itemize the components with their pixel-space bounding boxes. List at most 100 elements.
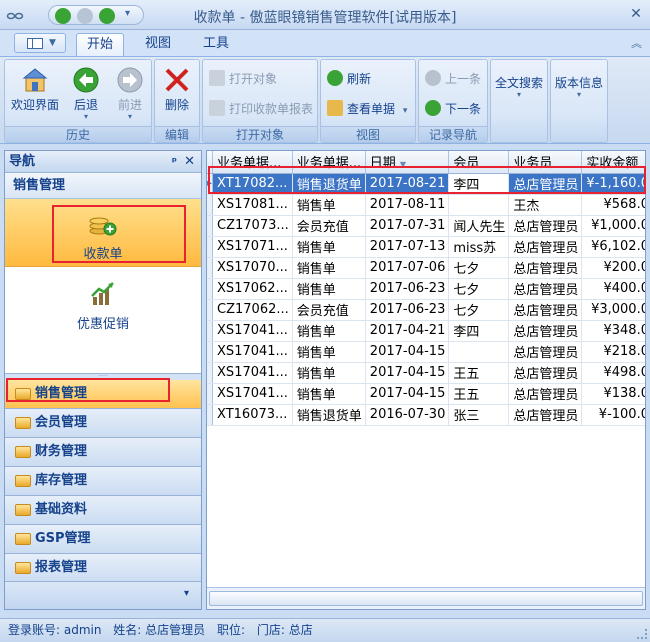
table-cell[interactable]: CZ17073...: [212, 215, 293, 237]
table-row[interactable]: XS17071... 销售单 2017-07-13 miss苏 总店管理员 ¥6,102.…: [207, 236, 645, 258]
view-documents-button[interactable]: 查看单据 ▾: [327, 98, 407, 120]
table-cell[interactable]: ¥498.00: [581, 362, 645, 384]
table-row[interactable]: XS17041...销售单2017-04-15 总店管理员¥218.00: [207, 341, 645, 363]
scrollbar-thumb[interactable]: [209, 591, 643, 606]
delete-button[interactable]: 删除: [157, 64, 197, 124]
table-cell[interactable]: ¥6,102.00: [581, 236, 645, 258]
table-row[interactable]: XS17041...销售单2017-04-21李四总店管理员¥348.00: [207, 320, 645, 342]
table-cell[interactable]: XS17041...: [212, 320, 293, 342]
table-cell[interactable]: 闻人先生: [448, 215, 510, 237]
close-nav-icon[interactable]: ✕: [184, 151, 195, 173]
table-cell[interactable]: 2017-04-21: [365, 320, 450, 342]
module-finance[interactable]: 财务管理: [5, 438, 201, 467]
table-cell[interactable]: 总店管理员: [508, 362, 583, 384]
table-cell[interactable]: XS17071...: [212, 236, 293, 258]
module-reports[interactable]: 报表管理: [5, 554, 201, 583]
module-basic-data[interactable]: 基础资料: [5, 496, 201, 525]
table-cell[interactable]: 销售单: [292, 278, 366, 300]
forward-button[interactable]: 前进 ▾: [109, 64, 151, 124]
back-button[interactable]: 后退 ▾: [65, 64, 107, 124]
table-cell[interactable]: ¥400.00: [581, 278, 645, 300]
table-cell[interactable]: XS17070...: [212, 257, 293, 279]
refresh-button[interactable]: 刷新: [327, 68, 371, 90]
module-members[interactable]: 会员管理: [5, 409, 201, 438]
table-cell[interactable]: XS17041...: [212, 341, 293, 363]
table-cell[interactable]: 销售单: [292, 320, 366, 342]
table-cell[interactable]: 2017-08-11: [365, 194, 450, 216]
prev-record-button[interactable]: 上一条: [425, 68, 481, 90]
horizontal-scrollbar[interactable]: [207, 587, 645, 609]
table-cell[interactable]: miss苏: [448, 236, 510, 258]
next-record-button[interactable]: 下一条: [425, 98, 481, 120]
table-cell[interactable]: 销售单: [292, 362, 366, 384]
table-row[interactable]: XS17070...销售单2017-07-06七夕总店管理员¥200.00: [207, 257, 645, 279]
table-cell[interactable]: ¥200.00: [581, 257, 645, 279]
table-cell[interactable]: ¥1,000.00: [581, 215, 645, 237]
welcome-button[interactable]: 欢迎界面: [7, 64, 63, 124]
table-cell[interactable]: 总店管理员: [508, 257, 583, 279]
table-cell[interactable]: 2017-06-23: [365, 299, 450, 321]
table-cell[interactable]: XS17081...: [212, 194, 293, 216]
table-cell[interactable]: 2017-07-06: [365, 257, 450, 279]
resize-grip[interactable]: [637, 629, 647, 639]
table-cell[interactable]: 总店管理员: [508, 299, 583, 321]
table-cell[interactable]: XS17041...: [212, 362, 293, 384]
full-text-search-button[interactable]: 全文搜索 ▾: [493, 68, 545, 128]
table-cell[interactable]: 销售单: [292, 236, 366, 258]
table-cell[interactable]: 2017-07-13: [365, 236, 450, 258]
nav-item-promotion[interactable]: 优惠促销: [5, 269, 201, 337]
table-row[interactable]: CZ17062...会员充值2017-06-23七夕总店管理员¥3,000.00: [207, 299, 645, 321]
table-cell[interactable]: ¥348.00: [581, 320, 645, 342]
table-row[interactable]: XT16073...销售退货单2016-07-30张三总店管理员¥-100.00: [207, 404, 645, 426]
table-cell[interactable]: 总店管理员: [508, 278, 583, 300]
pin-icon[interactable]: ᵖ: [172, 151, 177, 173]
table-cell[interactable]: 七夕: [448, 299, 510, 321]
table-cell[interactable]: 销售退货单: [292, 404, 366, 426]
module-gsp[interactable]: GSP管理: [5, 525, 201, 554]
table-cell[interactable]: ¥-100.00: [581, 404, 645, 426]
tab-tools[interactable]: 工具: [196, 33, 236, 56]
table-cell[interactable]: 李四: [448, 320, 510, 342]
table-cell[interactable]: ¥3,000.00: [581, 299, 645, 321]
table-cell[interactable]: ¥568.00: [581, 194, 645, 216]
table-cell[interactable]: 张三: [448, 404, 510, 426]
collapse-ribbon-icon[interactable]: ︽: [631, 35, 642, 51]
module-inventory[interactable]: 库存管理: [5, 467, 201, 496]
table-cell[interactable]: 2017-04-15: [365, 341, 450, 363]
table-cell[interactable]: 销售单: [292, 341, 366, 363]
table-cell[interactable]: 总店管理员: [508, 383, 583, 405]
close-window-button[interactable]: ✕: [628, 6, 644, 22]
table-cell[interactable]: 总店管理员: [508, 320, 583, 342]
table-cell[interactable]: 总店管理员: [508, 236, 583, 258]
table-cell[interactable]: 2017-07-31: [365, 215, 450, 237]
table-cell[interactable]: [448, 194, 510, 216]
table-cell[interactable]: 王五: [448, 362, 510, 384]
table-cell[interactable]: 王五: [448, 383, 510, 405]
table-row[interactable]: XS17041...销售单2017-04-15王五总店管理员¥498.00: [207, 362, 645, 384]
table-cell[interactable]: 会员充值: [292, 299, 366, 321]
table-cell[interactable]: 2017-06-23: [365, 278, 450, 300]
table-cell[interactable]: 2017-04-15: [365, 362, 450, 384]
table-cell[interactable]: XS17041...: [212, 383, 293, 405]
table-cell[interactable]: 会员充值: [292, 215, 366, 237]
chevron-down-icon[interactable]: ▾: [184, 588, 189, 599]
table-cell[interactable]: [448, 341, 510, 363]
table-cell[interactable]: CZ17062...: [212, 299, 293, 321]
table-cell[interactable]: 总店管理员: [508, 215, 583, 237]
table-cell[interactable]: 总店管理员: [508, 404, 583, 426]
table-cell[interactable]: 总店管理员: [508, 341, 583, 363]
table-row[interactable]: CZ17073... 会员充值 2017-07-31 闻人先生 总店管理员 ¥1,000.…: [207, 215, 645, 237]
print-report-button[interactable]: 打印收款单报表: [209, 98, 313, 120]
table-row[interactable]: XS17081...销售单2017-08-11 王杰¥568.00: [207, 194, 645, 216]
open-object-button[interactable]: 打开对象: [209, 68, 277, 90]
version-info-button[interactable]: 版本信息 ▾: [553, 68, 605, 128]
table-cell[interactable]: 2017-04-15: [365, 383, 450, 405]
tab-home[interactable]: 开始: [76, 33, 124, 56]
table-cell[interactable]: 销售单: [292, 194, 366, 216]
table-cell[interactable]: 七夕: [448, 278, 510, 300]
app-menu-button[interactable]: ▼: [14, 33, 66, 53]
table-row[interactable]: XS17062...销售单2017-06-23七夕总店管理员¥400.00: [207, 278, 645, 300]
table-cell[interactable]: 2016-07-30: [365, 404, 450, 426]
tab-view[interactable]: 视图: [138, 33, 178, 56]
table-cell[interactable]: 销售单: [292, 383, 366, 405]
